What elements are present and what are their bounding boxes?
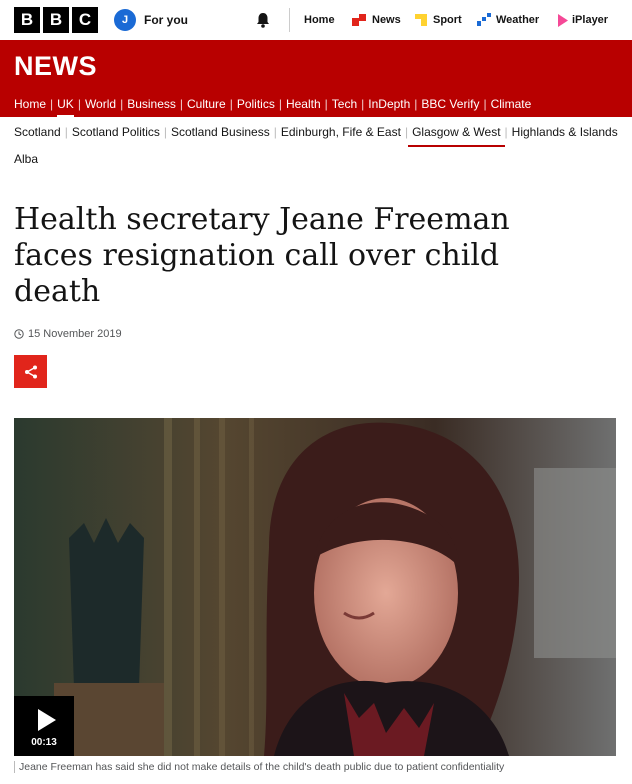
subnav-item-scotland-business[interactable]: Scotland Business [167,125,274,139]
topnav-weather[interactable]: Weather [477,0,539,40]
mainnav-item-uk[interactable]: UK [53,96,78,117]
mainnav-item-business[interactable]: Business [123,97,180,111]
bbc-logo[interactable]: B B C [14,7,98,33]
article-date: 15 November 2019 [14,328,122,340]
topnav-iplayer[interactable]: iPlayer [556,0,608,40]
subnav-item-alba[interactable]: Alba [14,152,38,166]
topnav-home-label: Home [304,14,335,26]
topnav-news-label: News [372,14,401,26]
mainnav-item-tech[interactable]: Tech [328,97,361,111]
mainnav-item-bbc-verify[interactable]: BBC Verify [417,97,483,111]
video-player[interactable]: 00:13 [14,418,616,756]
mainnav-item-uk-label: UK [57,96,74,111]
subnav-item-scotland[interactable]: Scotland [14,125,65,139]
subnav-item-scotland-politics[interactable]: Scotland Politics [68,125,164,139]
mainnav-item-home[interactable]: Home [14,97,50,111]
subnav-item-highlands-islands[interactable]: Highlands & Islands [508,125,622,139]
news-icon [352,14,366,26]
for-you-button[interactable]: J For you [114,9,188,31]
weather-icon [477,13,491,26]
notification-bell-icon[interactable] [254,11,272,29]
mainnav-item-politics[interactable]: Politics [233,97,279,111]
subnav-item-glasgow-west[interactable]: Glasgow & West [408,125,505,147]
clock-icon [14,329,24,339]
mainnav-item-indepth[interactable]: InDepth [364,97,414,111]
topnav-sport[interactable]: Sport [415,0,462,40]
topnav-iplayer-label: iPlayer [572,14,609,26]
article-headline: Health secretary Jeane Freeman faces res… [14,202,510,309]
news-wordmark[interactable]: NEWS [14,51,97,82]
article-date-text: 15 November 2019 [28,328,122,340]
logo-letter: C [72,7,98,33]
image-caption: Jeane Freeman has said she did not make … [14,761,618,773]
selected-indicator [408,145,505,147]
for-you-label: For you [144,13,188,27]
play-icon [38,709,56,731]
sport-icon [415,14,427,26]
top-bar-divider [289,8,290,32]
play-button[interactable]: 00:13 [14,696,74,756]
share-button[interactable] [14,355,47,388]
iplayer-icon [558,13,568,27]
mainnav-item-world[interactable]: World [81,97,120,111]
share-icon [24,365,37,378]
main-nav: Home | UK | World | Business | Culture | Poli… [0,90,632,117]
mainnav-item-climate[interactable]: Climate [487,97,536,111]
topnav-home[interactable]: Home [304,0,335,40]
subnav-item-glasgow-west-label: Glasgow & West [412,125,501,139]
mainnav-item-health[interactable]: Health [282,97,325,111]
logo-letter: B [14,7,40,33]
sub-nav: Scotland | Scotland Politics | Scotland Bu… [0,117,632,147]
topnav-weather-label: Weather [496,14,540,26]
video-duration: 00:13 [31,737,57,748]
mainnav-item-culture[interactable]: Culture [183,97,230,111]
avatar: J [114,9,136,31]
news-banner: NEWS [0,40,632,90]
logo-letter: B [43,7,69,33]
video-still [14,418,616,756]
subnav-item-edinburgh-fife-east[interactable]: Edinburgh, Fife & East [277,125,405,139]
topnav-sport-label: Sport [433,14,462,26]
topnav-news[interactable]: News [352,0,401,40]
